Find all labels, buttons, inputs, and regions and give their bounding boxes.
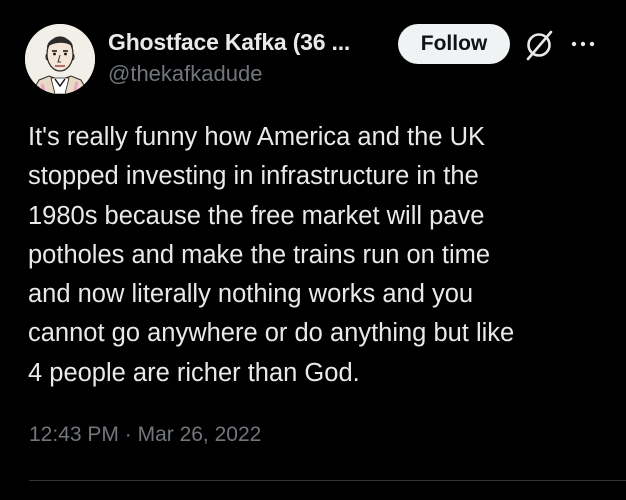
meta-separator: ·	[124, 423, 132, 446]
follow-button[interactable]: Follow	[398, 24, 510, 64]
divider	[29, 480, 626, 481]
tweet-text-line: potholes and make the trains run on time	[28, 240, 491, 269]
tweet-text-line: stopped investing in infrastructure in t…	[28, 162, 479, 191]
tweet-time: 12:43 PM	[29, 423, 119, 446]
display-name[interactable]: Ghostface Kafka (36 ...	[108, 29, 380, 56]
avatar[interactable]	[25, 24, 95, 94]
more-dots-icon[interactable]	[569, 34, 599, 54]
tweet-text-line: It's really funny how America and the UK	[28, 123, 486, 151]
grok-slash-icon[interactable]	[522, 28, 556, 62]
tweet-date: Mar 26, 2022	[137, 423, 262, 446]
tweet-card: Ghostface Kafka (36 ... @thekafkadude Fo…	[0, 0, 626, 500]
avatar-portrait-icon	[25, 24, 95, 94]
tweet-text: It's really funny how America and the UK…	[28, 118, 608, 393]
user-handle[interactable]: @thekafkadude	[108, 61, 262, 87]
tweet-text-line: 1980s because the free market will pave	[28, 201, 485, 230]
tweet-text-line: cannot go anywhere or do anything but li…	[28, 319, 515, 348]
tweet-text-line: 4 people are richer than God.	[28, 358, 360, 387]
tweet-timestamp[interactable]: 12:43 PM · Mar 26, 2022	[29, 423, 261, 447]
tweet-text-line: and now literally nothing works and you	[28, 280, 474, 309]
